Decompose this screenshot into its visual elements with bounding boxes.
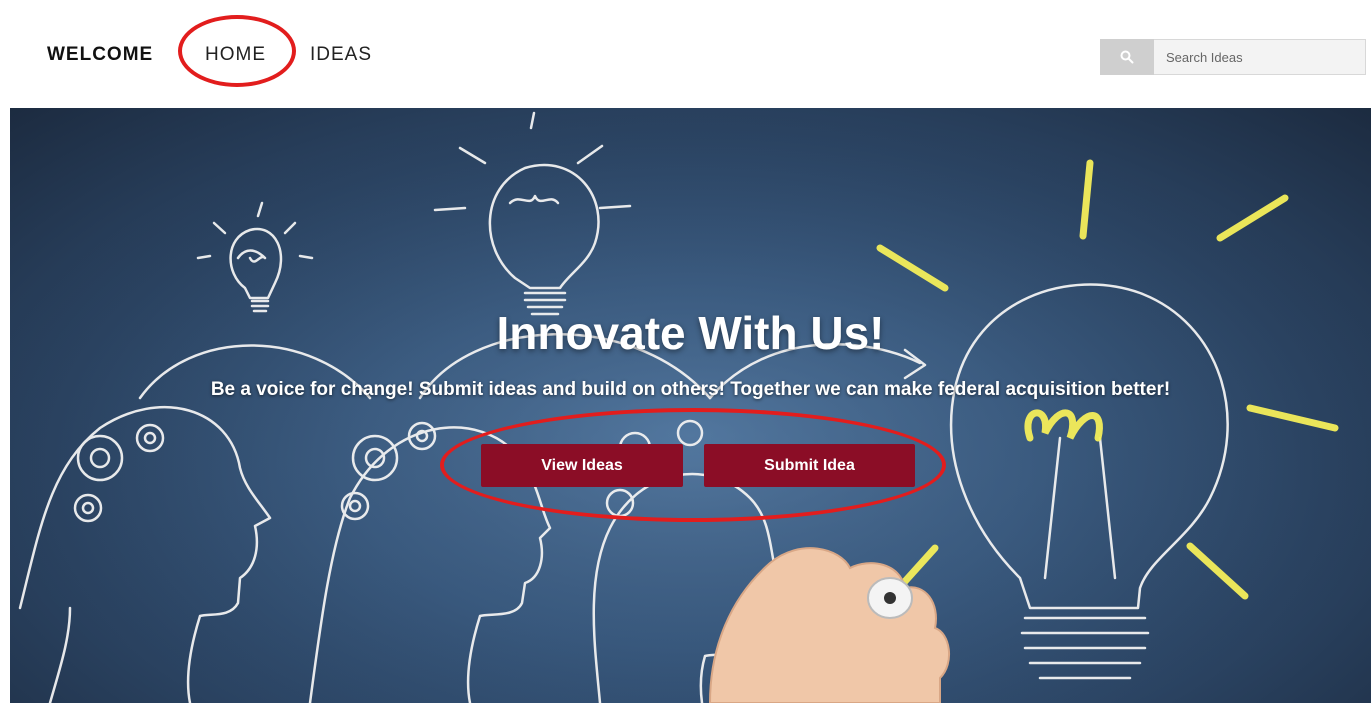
hero-illustration <box>10 108 1371 703</box>
nav-item-home[interactable]: HOME <box>205 44 266 66</box>
submit-idea-button[interactable]: Submit Idea <box>704 444 915 487</box>
search-icon <box>1120 50 1134 64</box>
search-button[interactable] <box>1100 39 1154 75</box>
search-bar <box>1100 39 1366 75</box>
top-navigation-bar: WELCOME HOME IDEAS <box>0 0 1371 108</box>
hero-banner: Innovate With Us! Be a voice for change!… <box>10 108 1371 703</box>
search-input[interactable] <box>1154 39 1366 75</box>
hero-subtitle: Be a voice for change! Submit ideas and … <box>210 379 1171 400</box>
hero-title: Innovate With Us! <box>496 307 885 359</box>
brand-welcome[interactable]: WELCOME <box>47 44 153 66</box>
view-ideas-button[interactable]: View Ideas <box>481 444 683 487</box>
nav-item-ideas[interactable]: IDEAS <box>310 44 372 66</box>
